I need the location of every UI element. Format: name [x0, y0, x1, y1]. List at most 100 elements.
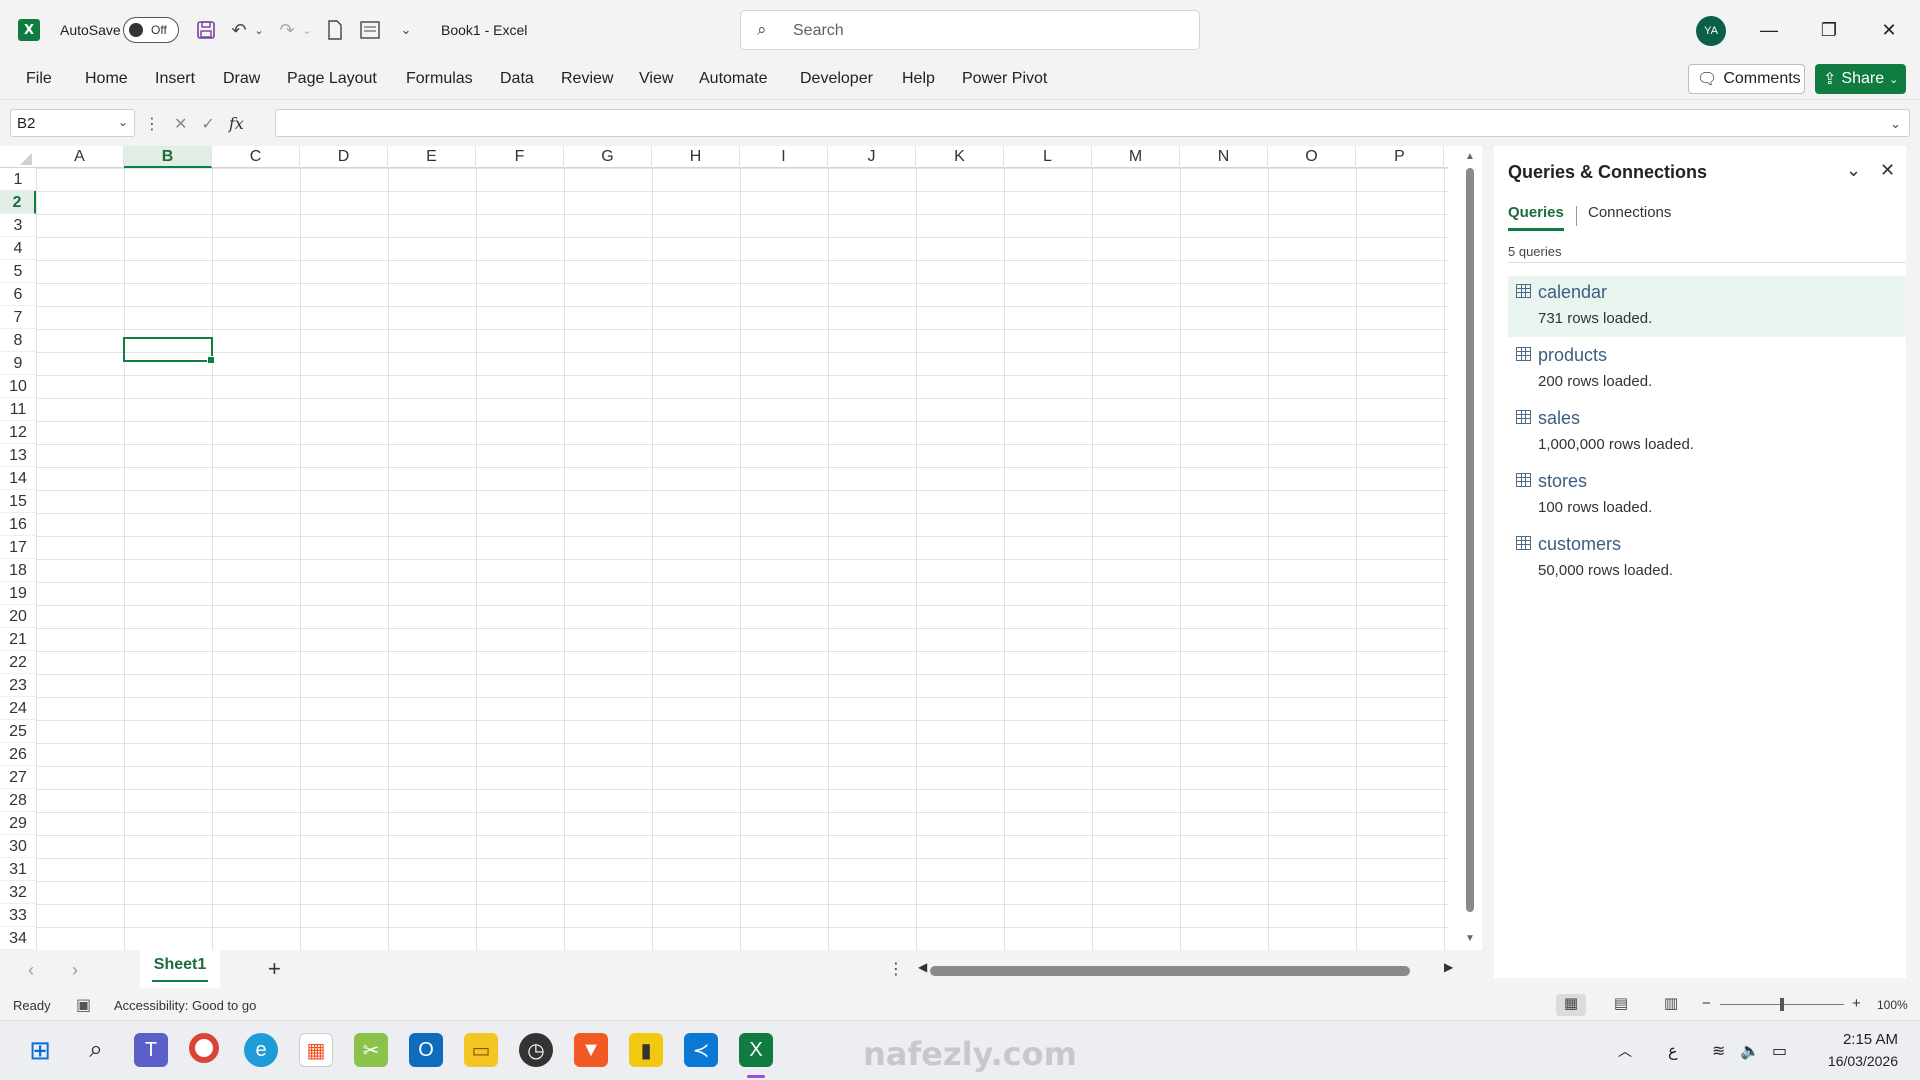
row-header[interactable]: 14 [0, 467, 36, 490]
form-icon[interactable] [357, 17, 383, 43]
sheet-tab-sheet1[interactable]: Sheet1 [140, 950, 220, 988]
redo-dropdown-icon[interactable]: ⌄ [300, 17, 314, 43]
volume-icon[interactable]: 🔈 [1740, 1041, 1760, 1061]
prev-sheet-icon[interactable]: ‹ [28, 960, 34, 981]
row-header[interactable]: 16 [0, 513, 36, 536]
row-header[interactable]: 17 [0, 536, 36, 559]
cancel-icon[interactable]: ✕ [174, 114, 187, 134]
comments-button[interactable]: 🗨 Comments [1688, 64, 1805, 94]
column-header[interactable]: L [1004, 146, 1092, 168]
minimize-icon[interactable]: — [1752, 14, 1786, 46]
insert-function-icon[interactable]: fx [229, 114, 244, 134]
row-header[interactable]: 12 [0, 421, 36, 444]
query-item-stores[interactable]: stores 100 rows loaded. [1508, 465, 1906, 526]
edge-icon[interactable]: e [244, 1033, 278, 1067]
row-header[interactable]: 9 [0, 352, 36, 375]
close-icon[interactable]: ✕ [1872, 14, 1906, 46]
tab-help[interactable]: Help [902, 70, 935, 88]
redo-icon[interactable]: ↷ [274, 17, 300, 43]
excel-taskbar-icon[interactable]: X [739, 1033, 773, 1067]
undo-dropdown-icon[interactable]: ⌄ [252, 17, 266, 43]
vertical-scroll-thumb[interactable] [1466, 168, 1474, 912]
row-header[interactable]: 33 [0, 904, 36, 927]
next-sheet-icon[interactable]: › [72, 960, 78, 981]
normal-view-icon[interactable]: ▦ [1556, 994, 1586, 1016]
snipping-icon[interactable]: ✂ [354, 1033, 388, 1067]
column-header[interactable]: N [1180, 146, 1268, 168]
row-header[interactable]: 13 [0, 444, 36, 467]
column-header[interactable]: P [1356, 146, 1444, 168]
zoom-level[interactable]: 100% [1877, 998, 1908, 1012]
row-header[interactable]: 1 [0, 168, 36, 191]
outlook-icon[interactable]: O [409, 1033, 443, 1067]
row-header[interactable]: 29 [0, 812, 36, 835]
row-header[interactable]: 31 [0, 858, 36, 881]
query-item-calendar[interactable]: calendar 731 rows loaded. [1508, 276, 1906, 337]
query-item-products[interactable]: products 200 rows loaded. [1508, 339, 1906, 400]
store-icon[interactable]: ▦ [299, 1033, 333, 1067]
search-icon[interactable]: ⌕ [79, 1033, 113, 1067]
power-bi-icon[interactable]: ▮ [629, 1033, 663, 1067]
row-header[interactable]: 28 [0, 789, 36, 812]
share-dropdown-icon[interactable]: ⌄ [1889, 73, 1898, 86]
name-box[interactable]: B2 ⌄ [10, 109, 135, 137]
cells-area[interactable] [36, 168, 1448, 950]
brave-icon[interactable]: ▼ [574, 1033, 608, 1067]
column-header[interactable]: G [564, 146, 652, 168]
taskbar-date[interactable]: 16/03/2026 [1810, 1053, 1898, 1069]
row-header[interactable]: 18 [0, 559, 36, 582]
zoom-out-icon[interactable]: − [1702, 995, 1711, 1012]
column-header[interactable]: D [300, 146, 388, 168]
row-header[interactable]: 2 [0, 191, 36, 214]
row-header[interactable]: 8 [0, 329, 36, 352]
row-header[interactable]: 15 [0, 490, 36, 513]
column-header[interactable]: J [828, 146, 916, 168]
page-break-view-icon[interactable]: ▥ [1656, 994, 1686, 1016]
tab-connections[interactable]: Connections [1588, 204, 1671, 221]
tab-review[interactable]: Review [561, 70, 613, 88]
add-sheet-button[interactable]: + [268, 956, 281, 982]
page-layout-view-icon[interactable]: ▤ [1606, 994, 1636, 1016]
wifi-icon[interactable]: ≋ [1712, 1041, 1725, 1061]
column-header[interactable]: O [1268, 146, 1356, 168]
active-cell-b2[interactable] [123, 337, 215, 364]
customize-qat-icon[interactable]: ⌄ [393, 17, 419, 43]
clock-app-icon[interactable]: ◷ [519, 1033, 553, 1067]
row-header[interactable]: 34 [0, 927, 36, 950]
column-header[interactable]: E [388, 146, 476, 168]
chrome-icon[interactable] [189, 1033, 219, 1063]
tab-view[interactable]: View [639, 70, 673, 88]
file-explorer-icon[interactable]: ▭ [464, 1033, 498, 1067]
query-item-customers[interactable]: customers 50,000 rows loaded. [1508, 528, 1906, 589]
column-header[interactable]: C [212, 146, 300, 168]
zoom-in-icon[interactable]: + [1852, 995, 1861, 1012]
tab-insert[interactable]: Insert [155, 70, 195, 88]
tab-automate[interactable]: Automate [699, 70, 767, 88]
row-header[interactable]: 32 [0, 881, 36, 904]
scroll-down-icon[interactable]: ▼ [1465, 933, 1475, 944]
row-header[interactable]: 10 [0, 375, 36, 398]
tab-formulas[interactable]: Formulas [406, 70, 473, 88]
horizontal-scroll-thumb[interactable] [930, 966, 1410, 976]
close-icon[interactable]: ✕ [1880, 160, 1895, 181]
vscode-icon[interactable]: ≺ [684, 1033, 718, 1067]
tab-data[interactable]: Data [500, 70, 534, 88]
row-header[interactable]: 4 [0, 237, 36, 260]
taskbar-time[interactable]: 2:15 AM [1822, 1031, 1898, 1048]
undo-icon[interactable]: ↶ [226, 17, 252, 43]
tab-power-pivot[interactable]: Power Pivot [962, 70, 1047, 88]
language-indicator[interactable]: ع [1668, 1041, 1678, 1061]
tab-draw[interactable]: Draw [223, 70, 260, 88]
row-header[interactable]: 25 [0, 720, 36, 743]
macro-recording-icon[interactable]: ▣ [76, 995, 91, 1015]
accessibility-status[interactable]: Accessibility: Good to go [114, 998, 256, 1013]
row-header[interactable]: 5 [0, 260, 36, 283]
row-header[interactable]: 24 [0, 697, 36, 720]
scroll-up-icon[interactable]: ▲ [1465, 151, 1475, 162]
tab-queries[interactable]: Queries [1508, 204, 1564, 231]
zoom-slider-thumb[interactable] [1780, 998, 1784, 1011]
row-header[interactable]: 22 [0, 651, 36, 674]
enter-icon[interactable]: ✓ [201, 114, 214, 134]
row-header[interactable]: 20 [0, 605, 36, 628]
avatar[interactable]: YA [1696, 16, 1726, 46]
